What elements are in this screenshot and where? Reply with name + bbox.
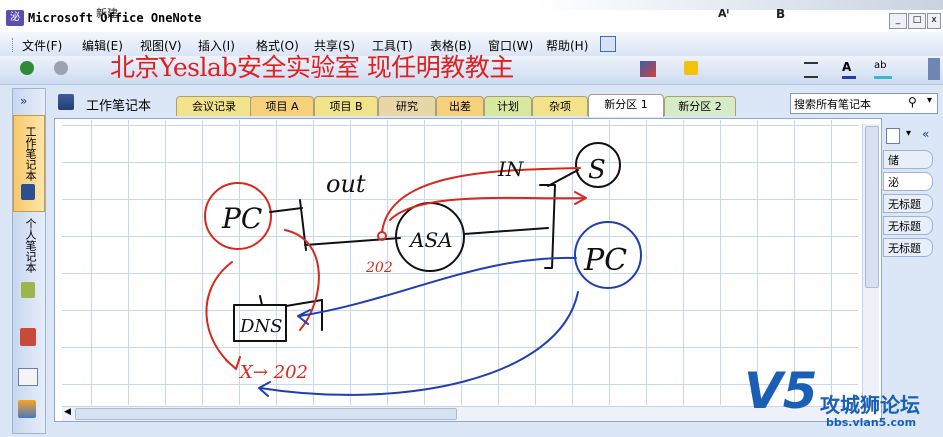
scroll-left-icon[interactable]: ◀ bbox=[64, 407, 71, 417]
collapse-page-tabs-button[interactable]: « bbox=[922, 127, 929, 141]
ink-label-x-port: X→ 202 bbox=[238, 362, 308, 383]
ink-dns-link bbox=[285, 299, 323, 307]
ink-blue-dns-arrow bbox=[297, 256, 577, 325]
horizontal-scroll-thumb[interactable] bbox=[75, 408, 457, 420]
ink-server-link bbox=[547, 169, 579, 187]
ink-red-in-arrow bbox=[389, 191, 587, 221]
ink-dns-stem bbox=[259, 295, 263, 306]
page-tab[interactable]: 无标题 bbox=[883, 216, 933, 235]
logo-text: 攻城狮论坛 bbox=[820, 393, 920, 417]
ink-label-server: S bbox=[588, 155, 606, 185]
vertical-scroll-thumb[interactable] bbox=[865, 126, 879, 288]
ink-label-out: out bbox=[326, 170, 366, 198]
ink-label-asa: ASA bbox=[408, 228, 453, 252]
logo-url: bbs.vlan5.com bbox=[826, 416, 917, 429]
ink-asa-switch-link bbox=[463, 227, 549, 235]
ink-red-out-arrow bbox=[381, 167, 581, 233]
page-tab[interactable]: 储 bbox=[883, 150, 933, 169]
new-page-icon[interactable] bbox=[886, 128, 900, 144]
page-tab[interactable]: 无标题 bbox=[883, 238, 933, 257]
logo-mark: V5 bbox=[744, 362, 818, 420]
ink-label-pc-left: PC bbox=[221, 202, 262, 235]
ink-label-dns: DNS bbox=[239, 316, 283, 337]
new-page-dropdown-icon[interactable]: ▾ bbox=[906, 128, 911, 139]
ink-label-port: 202 bbox=[365, 260, 393, 276]
ink-pc-switch-link bbox=[269, 207, 303, 213]
ink-label-pc-right: PC bbox=[583, 243, 627, 278]
ink-label-in: IN bbox=[497, 157, 525, 181]
page-tab[interactable]: 泌 bbox=[883, 172, 933, 191]
page-tab[interactable]: 无标题 bbox=[883, 194, 933, 213]
